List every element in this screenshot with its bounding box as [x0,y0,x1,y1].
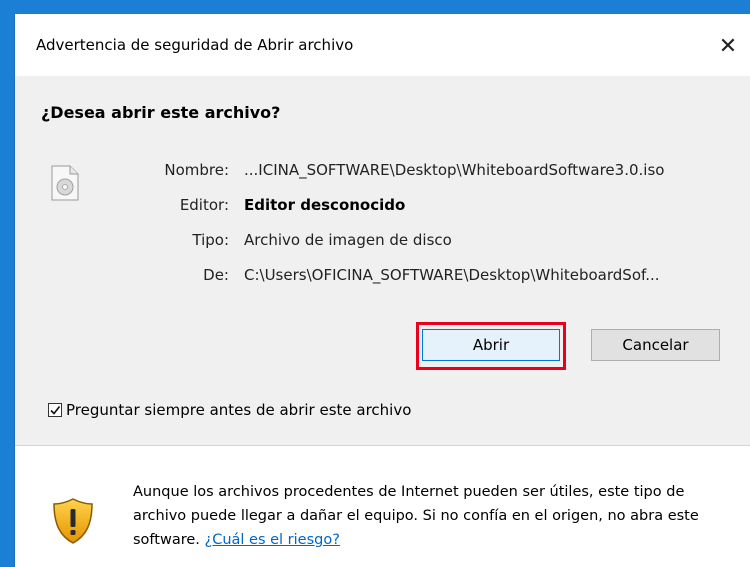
name-value: ...ICINA_SOFTWARE\Desktop\WhiteboardSoft… [244,161,665,179]
close-button[interactable]: ✕ [705,26,750,66]
always-ask-label: Preguntar siempre antes de abrir este ar… [66,401,412,419]
always-ask-option[interactable]: Preguntar siempre antes de abrir este ar… [48,401,411,419]
dialog-heading: ¿Desea abrir este archivo? [41,103,281,122]
cancel-button[interactable]: Cancelar [591,329,720,361]
always-ask-checkbox[interactable] [48,403,62,417]
warning-footer: Aunque los archivos procedentes de Inter… [15,446,750,567]
security-warning-message: Aunque los archivos procedentes de Inter… [133,480,733,552]
open-button[interactable]: Abrir [422,329,560,361]
risk-info-link[interactable]: ¿Cuál es el riesgo? [205,532,340,548]
warning-shield-icon [53,498,93,544]
name-label: Nombre: [164,161,229,179]
title-bar: Advertencia de seguridad de Abrir archiv… [15,14,750,76]
security-warning-dialog: Advertencia de seguridad de Abrir archiv… [14,14,750,567]
checkmark-icon [50,406,61,415]
publisher-label: Editor: [179,196,229,214]
publisher-value: Editor desconocido [244,196,406,214]
dialog-title: Advertencia de seguridad de Abrir archiv… [36,36,354,54]
from-value: C:\Users\OFICINA_SOFTWARE\Desktop\Whiteb… [244,266,660,284]
from-label: De: [203,266,229,284]
type-label: Tipo: [192,231,229,249]
close-icon: ✕ [718,33,738,59]
type-value: Archivo de imagen de disco [244,231,452,249]
